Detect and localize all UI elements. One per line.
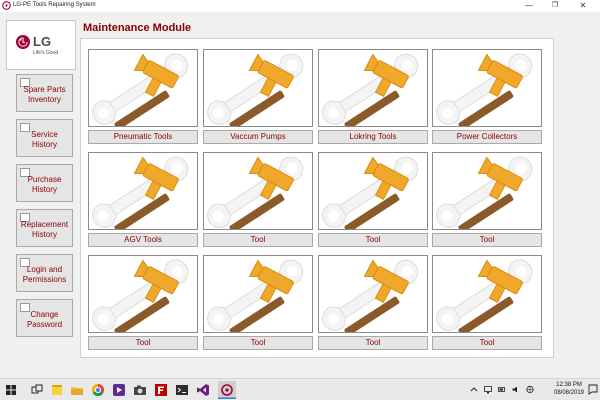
tool-tile-tool[interactable] <box>318 152 428 230</box>
tool-button-tool[interactable]: Tool <box>432 336 542 350</box>
tool-tile-tool[interactable] <box>88 255 198 333</box>
sidebar-item-label: Purchase History <box>27 175 62 194</box>
app-icon <box>2 1 11 10</box>
close-button[interactable]: ✕ <box>572 0 594 12</box>
window-title: LG-PE Tools Repairing System <box>13 2 96 8</box>
tool-tile-tool[interactable] <box>203 255 313 333</box>
file-explorer-icon[interactable] <box>70 383 84 397</box>
hammer-wrench-icon <box>207 156 304 229</box>
lg-logo-icon <box>16 35 30 49</box>
tool-tile-tool[interactable] <box>203 152 313 230</box>
tool-tile-power-collectors[interactable] <box>432 49 542 127</box>
hammer-wrench-icon <box>322 259 419 332</box>
tool-button-vaccum-pumps[interactable]: Vaccum Pumps <box>203 130 313 144</box>
replacement-history-button[interactable]: Replacement History <box>16 209 73 247</box>
battery-icon[interactable] <box>498 385 506 394</box>
maintenance-panel: Pneumatic Tools Vaccum Pumps Lokring Too… <box>80 38 554 358</box>
windows-start-icon[interactable] <box>4 383 18 397</box>
tool-button-tool[interactable]: Tool <box>318 336 428 350</box>
tool-button-agv-tools[interactable]: AGV Tools <box>88 233 198 247</box>
service-history-button[interactable]: Service History <box>16 119 73 157</box>
tool-button-tool[interactable]: Tool <box>432 233 542 247</box>
clock-date: 08/08/2019 <box>553 390 585 396</box>
login-and-permissions-button[interactable]: Login and Permissions <box>16 254 73 292</box>
lg-logo-text: LG <box>33 34 52 49</box>
hammer-wrench-icon <box>92 156 189 229</box>
hammer-wrench-icon <box>207 259 304 332</box>
tool-tile-tool[interactable] <box>432 255 542 333</box>
hammer-wrench-icon <box>92 259 189 332</box>
notifications-icon[interactable] <box>588 384 598 395</box>
tool-tile-tool[interactable] <box>318 255 428 333</box>
tool-button-tool[interactable]: Tool <box>88 336 198 350</box>
chrome-icon[interactable] <box>91 383 105 397</box>
tool-button-power-collectors[interactable]: Power Collectors <box>432 130 542 144</box>
tool-button-tool[interactable]: Tool <box>203 233 313 247</box>
lg-slogan: Life's Good <box>33 50 59 56</box>
hammer-wrench-icon <box>322 53 419 126</box>
visual-studio-icon[interactable] <box>196 383 210 397</box>
hammer-wrench-icon <box>322 156 419 229</box>
tool-button-tool[interactable]: Tool <box>203 336 313 350</box>
network-icon[interactable] <box>484 385 492 394</box>
sidebar-item-label: Spare Parts Inventory <box>23 85 66 104</box>
sidebar-item-label: Replacement History <box>20 220 69 239</box>
camera-icon[interactable] <box>133 383 147 397</box>
minimize-button[interactable]: — <box>518 0 540 12</box>
hammer-wrench-icon <box>436 53 533 126</box>
title-bar: LG-PE Tools Repairing System — ❐ ✕ <box>0 0 600 12</box>
sticky-notes-icon[interactable] <box>50 383 64 397</box>
tool-tile-agv-tools[interactable] <box>88 152 198 230</box>
filezilla-icon[interactable] <box>154 383 168 397</box>
chevron-up-icon[interactable] <box>470 385 478 394</box>
language-icon[interactable] <box>526 385 534 394</box>
sidebar-item-label: Service History <box>31 130 58 149</box>
maximize-button[interactable]: ❐ <box>544 0 566 12</box>
purchase-history-button[interactable]: Purchase History <box>16 164 73 202</box>
tool-button-lokring-tools[interactable]: Lokring Tools <box>318 130 428 144</box>
clock-time: 12:38 PM <box>556 382 582 388</box>
page-title: Maintenance Module <box>83 22 192 34</box>
hammer-wrench-icon <box>92 53 189 126</box>
terminal-icon[interactable] <box>175 383 189 397</box>
tool-button-pneumatic-tools[interactable]: Pneumatic Tools <box>88 130 198 144</box>
spare-parts-inventory-button[interactable]: Spare Parts Inventory <box>16 74 73 112</box>
hammer-wrench-icon <box>207 53 304 126</box>
hammer-wrench-icon <box>436 259 533 332</box>
clock[interactable]: 12:38 PM 08/08/2019 <box>552 381 586 397</box>
media-player-icon[interactable] <box>112 383 126 397</box>
change-password-button[interactable]: Change Password <box>16 299 73 337</box>
volume-icon[interactable] <box>512 385 520 394</box>
task-view-icon[interactable] <box>30 383 44 397</box>
app-running-icon[interactable] <box>218 381 236 399</box>
lg-logo: LG Life's Good <box>6 20 76 70</box>
tool-tile-pneumatic-tools[interactable] <box>88 49 198 127</box>
hammer-wrench-icon <box>436 156 533 229</box>
app-area: LG Life's Good Spare Parts Inventory Ser… <box>0 12 600 378</box>
sidebar-item-label: Login and Permissions <box>22 265 67 284</box>
sidebar-item-label: Change Password <box>26 310 63 329</box>
tool-button-tool[interactable]: Tool <box>318 233 428 247</box>
tool-tile-tool[interactable] <box>432 152 542 230</box>
tool-tile-vaccum-pumps[interactable] <box>203 49 313 127</box>
taskbar: 12:38 PM 08/08/2019 <box>0 378 600 400</box>
tool-tile-lokring-tools[interactable] <box>318 49 428 127</box>
